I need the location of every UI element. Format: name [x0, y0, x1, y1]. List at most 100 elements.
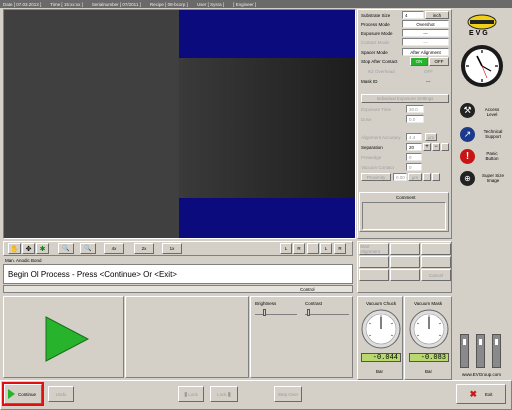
zoom-4x-button[interactable]: 4x [104, 243, 124, 254]
video-right-top [179, 10, 355, 58]
right-lock-label: Lock [217, 391, 227, 397]
separation-minus-button[interactable]: − [432, 143, 440, 151]
status-serial: Serialnumber [ 07/2011 ] [91, 1, 141, 7]
start-alignment-button[interactable]: Start Alignment [359, 243, 389, 255]
camera-view[interactable] [3, 9, 356, 239]
panel-button-4[interactable] [359, 256, 389, 268]
right-view-button[interactable]: R [334, 243, 346, 254]
process-mode-label: Process Mode [361, 22, 390, 27]
separation-field[interactable]: 20 [406, 143, 422, 151]
stop-after-contact-on-button[interactable]: ON [410, 57, 428, 66]
magnify-icon: ⊕ [460, 171, 475, 186]
comment-field[interactable] [362, 202, 446, 230]
continue-label: Continue [18, 391, 37, 397]
zoom-1x-label: 1x [169, 246, 175, 251]
super-size-image-label: Super Size Image [481, 173, 504, 183]
step-over-button[interactable]: Step Over [274, 386, 302, 402]
access-level-button[interactable]: ⚒ Access Level [458, 100, 508, 122]
left-lock-button[interactable]: ▮ Lock [178, 386, 204, 402]
proximity-dropdown[interactable]: Proximity [361, 173, 391, 181]
contrast-thumb[interactable] [307, 309, 310, 316]
prewedge-field[interactable]: 0 [406, 153, 422, 161]
proximity-field[interactable]: 0.00 [393, 173, 407, 181]
star-tool-button[interactable]: ✱ [36, 243, 49, 254]
panel-button-5[interactable] [390, 256, 420, 268]
vacuum-mask-panel: Vacuum Mask -0.083 Bar [404, 296, 452, 380]
level-bar-1 [460, 334, 469, 368]
exposure-time-field[interactable]: 30.0 [406, 105, 424, 113]
zoom-in-button[interactable]: 🔍 [58, 243, 74, 254]
lock-icon-2: ▮ [227, 391, 231, 398]
super-size-image-button[interactable]: ⊕ Super Size Image [458, 168, 508, 190]
alignment-accuracy-unit[interactable]: µm [425, 133, 437, 141]
exposure-time-label: Exposure Time [361, 107, 392, 112]
alignment-accuracy-label: Alignment Accuracy [361, 135, 401, 140]
n2-overhead-value: OFF [424, 69, 433, 74]
video-left-image [4, 10, 179, 238]
exposure-mode-label: Exposure Mode [361, 31, 393, 36]
brightness-thumb[interactable] [263, 309, 266, 316]
overlay-button[interactable] [307, 243, 319, 254]
process-mode-field[interactable]: Overshot [402, 20, 449, 28]
stop-after-contact-off-button[interactable]: OFF [429, 57, 449, 66]
status-indicator-panel [3, 296, 124, 378]
right-lock-button[interactable]: Lock ▮ [210, 386, 238, 402]
continue-icon [8, 389, 15, 399]
zoom-2x-button[interactable]: 2x [134, 243, 154, 254]
proximity-stepper-2[interactable] [432, 173, 440, 181]
pan-tool-button[interactable]: ✥ [22, 243, 35, 254]
technical-support-button[interactable]: ↗ Technical Support [458, 124, 508, 146]
panel-button-2[interactable] [390, 243, 420, 255]
vacuum-chuck-display: -0.044 [361, 353, 401, 362]
mask-id-value: --- [426, 79, 431, 84]
proximity-unit[interactable]: µm [408, 173, 422, 181]
continue-button[interactable]: Continue [2, 382, 44, 406]
control-label: Control [300, 287, 315, 292]
hand-tool-button[interactable]: ✋ [8, 243, 21, 254]
mask-id-label: Mask ID [361, 79, 378, 84]
zoom-out-button[interactable]: 🔍 [80, 243, 96, 254]
left-view-button[interactable]: L [320, 243, 332, 254]
alignment-accuracy-field[interactable]: 4.4 [406, 133, 422, 141]
undo-button[interactable]: Undo [48, 386, 74, 402]
evg-logo: E V G [460, 12, 504, 38]
separation-stepper[interactable] [441, 143, 449, 151]
individual-exposure-settings-button[interactable]: Individual Exposure Settings [361, 94, 449, 103]
zoom-2x-label: 2x [141, 246, 147, 251]
brightness-slider[interactable] [255, 309, 297, 316]
panic-button[interactable]: ! Panic Button [458, 146, 508, 168]
comment-label: Comment [396, 195, 416, 200]
clock-icon [461, 45, 503, 87]
control-bar: Control [3, 285, 353, 293]
separation-label: Separation [361, 145, 383, 150]
panel-button-8[interactable] [390, 269, 420, 281]
vacuum-mask-title: Vacuum Mask [414, 301, 443, 306]
vacuum-contact-field[interactable]: 0 [406, 163, 422, 171]
proximity-stepper[interactable] [423, 173, 431, 181]
image-adjust-panel: Brightness Contrast [250, 296, 353, 378]
exposure-mode-field[interactable]: --- [402, 29, 449, 37]
exit-button[interactable]: ✖ Exit [456, 384, 506, 404]
contact-mode-field[interactable]: --- [402, 38, 449, 46]
panel-button-7[interactable] [359, 269, 389, 281]
cancel-button[interactable]: Cancel [421, 269, 451, 281]
left-lock-label: Lock [188, 391, 198, 397]
substrate-size-unit[interactable]: inch [425, 11, 449, 19]
panel-button-6[interactable] [421, 256, 451, 268]
left-camera-button[interactable]: L [280, 243, 292, 254]
contact-mode-label: Contact Mode [361, 40, 390, 45]
vacuum-mask-gauge-icon [409, 309, 449, 349]
zoom-1x-button[interactable]: 1x [162, 243, 182, 254]
substrate-size-field[interactable]: 4 [402, 11, 424, 19]
contrast-slider[interactable] [305, 309, 349, 316]
vacuum-mask-display: -0.083 [409, 353, 449, 362]
wrench-icon: ⚒ [460, 103, 475, 118]
exit-icon: ✖ [469, 388, 478, 399]
dose-field[interactable]: 0.0 [406, 115, 424, 123]
spacer-mode-field[interactable]: After Alignment [402, 48, 449, 56]
star-icon: ✱ [39, 245, 46, 253]
panel-button-3[interactable] [421, 243, 451, 255]
separation-plus-button[interactable]: + [423, 143, 431, 151]
vacuum-chuck-unit: Bar [376, 369, 384, 374]
right-camera-button[interactable]: R [293, 243, 305, 254]
